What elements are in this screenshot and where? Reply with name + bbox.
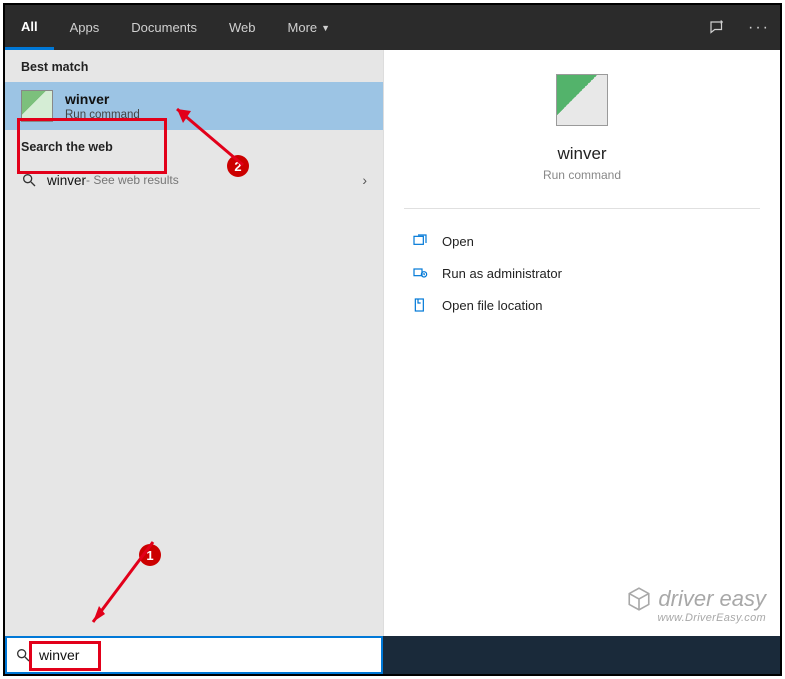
web-result-term: winver: [47, 173, 86, 188]
tab-label: Web: [229, 20, 256, 35]
search-icon: [21, 172, 37, 188]
search-bar[interactable]: [5, 636, 383, 674]
search-tabs-bar: All Apps Documents Web More▼ ···: [5, 5, 780, 50]
result-subtitle: Run command: [65, 109, 140, 121]
divider: [404, 208, 760, 209]
tab-label: More: [288, 20, 318, 35]
preview-subtitle: Run command: [384, 168, 780, 182]
folder-icon: [412, 297, 428, 313]
tab-label: All: [21, 19, 38, 34]
action-run-admin[interactable]: Run as administrator: [384, 257, 780, 289]
web-result-hint: - See web results: [86, 173, 179, 187]
admin-icon: [412, 265, 428, 281]
preview-panel: winver Run command Open Run as administr…: [383, 50, 780, 636]
best-match-header: Best match: [5, 50, 383, 82]
action-open[interactable]: Open: [384, 225, 780, 257]
app-icon-large: [556, 74, 608, 126]
search-icon: [15, 647, 31, 663]
action-label: Open: [442, 234, 474, 249]
tab-label: Documents: [131, 20, 197, 35]
action-open-location[interactable]: Open file location: [384, 289, 780, 321]
results-panel: Best match winver Run command Search the…: [5, 50, 383, 636]
tab-all[interactable]: All: [5, 5, 54, 50]
tab-documents[interactable]: Documents: [115, 5, 213, 50]
search-input[interactable]: [39, 647, 373, 663]
open-icon: [412, 233, 428, 249]
web-search-result[interactable]: winver - See web results ›: [5, 162, 383, 198]
taskbar-remainder: [383, 636, 780, 674]
tab-apps[interactable]: Apps: [54, 5, 116, 50]
tab-label: Apps: [70, 20, 100, 35]
search-web-header: Search the web: [5, 130, 383, 162]
app-icon: [21, 90, 53, 122]
result-title: winver: [65, 91, 140, 107]
best-match-result[interactable]: winver Run command: [5, 82, 383, 130]
preview-title: winver: [384, 144, 780, 164]
action-label: Open file location: [442, 298, 542, 313]
caret-down-icon: ▼: [321, 23, 330, 33]
action-label: Run as administrator: [442, 266, 562, 281]
feedback-icon[interactable]: [696, 5, 738, 50]
tab-web[interactable]: Web: [213, 5, 272, 50]
chevron-right-icon: ›: [362, 172, 367, 188]
more-options-icon[interactable]: ···: [738, 5, 780, 50]
tab-more[interactable]: More▼: [272, 5, 347, 50]
